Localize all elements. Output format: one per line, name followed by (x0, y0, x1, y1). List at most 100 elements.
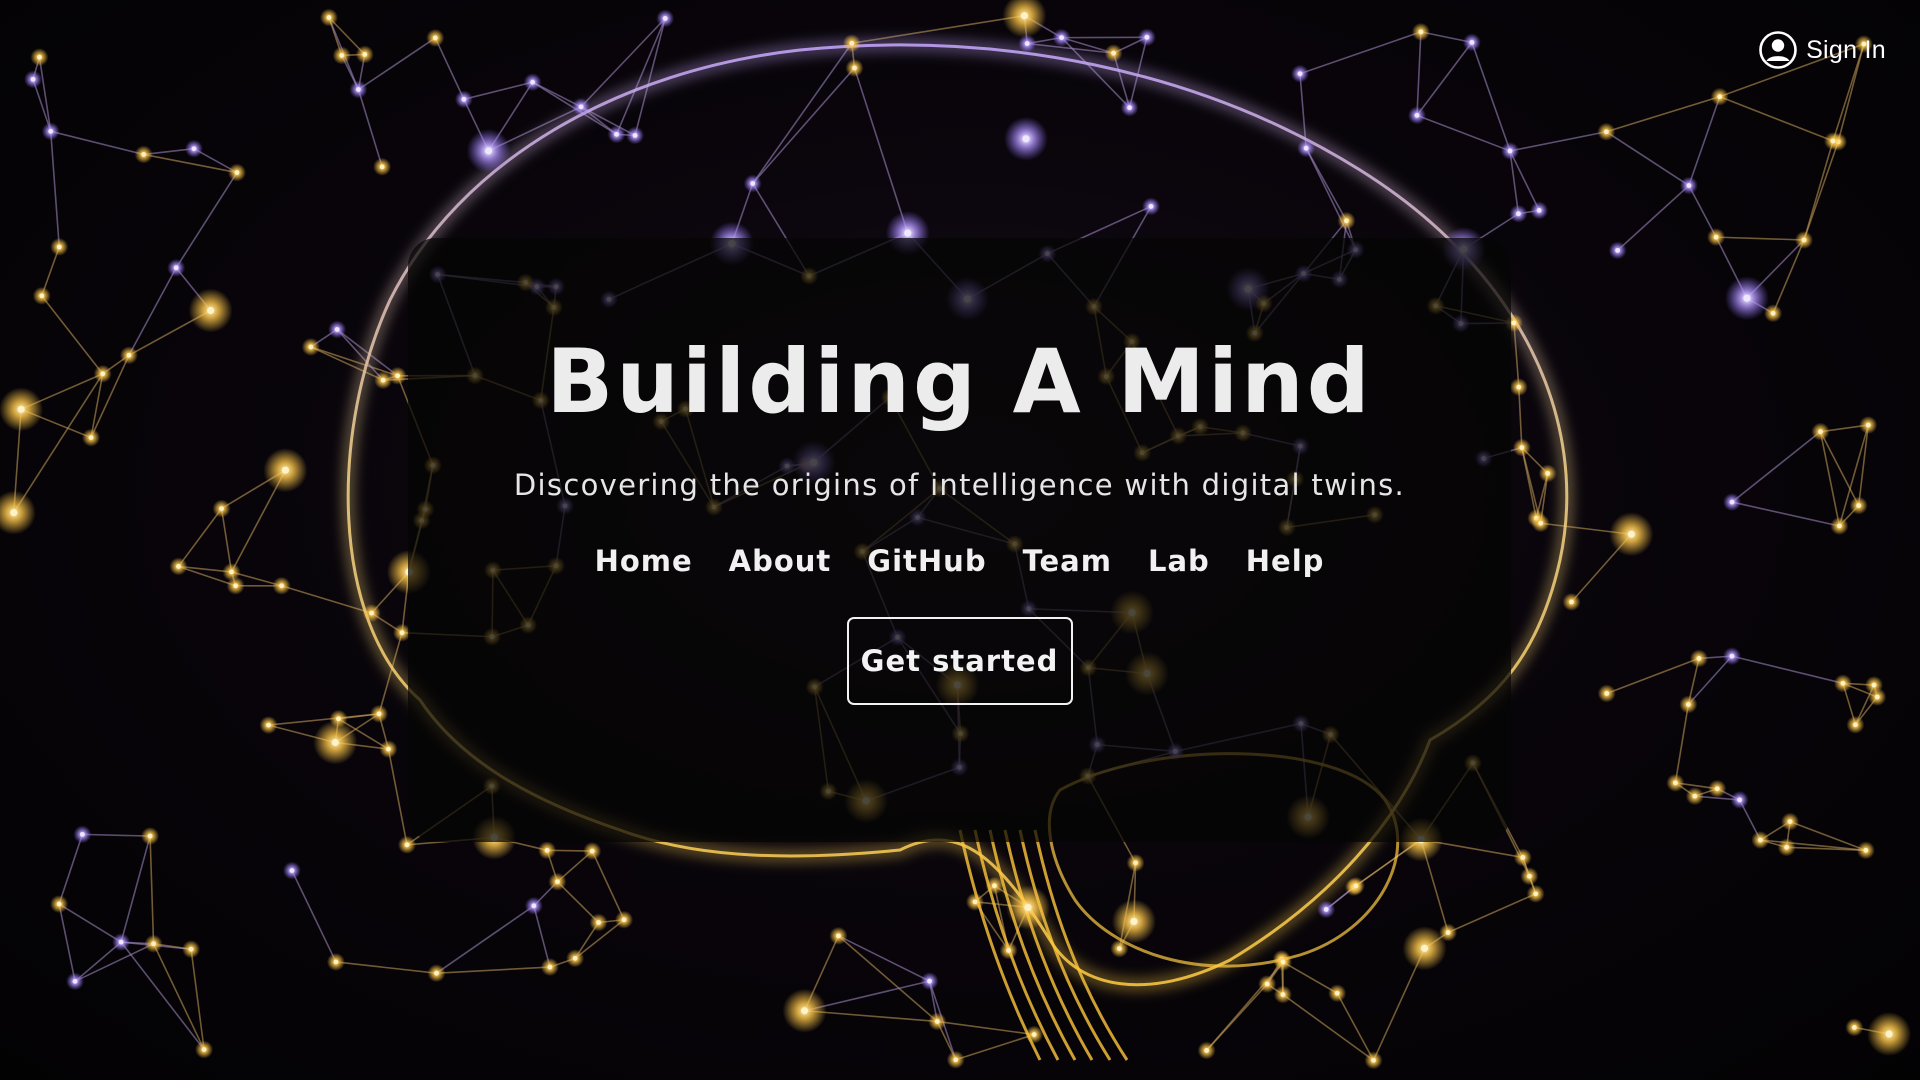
network-node (1527, 873, 1532, 879)
network-node (1144, 34, 1150, 40)
network-edge (41, 295, 104, 375)
network-edge (533, 905, 551, 968)
network-node (39, 293, 45, 299)
network-edge (752, 67, 856, 185)
network-edge (58, 903, 122, 943)
network-node (1420, 944, 1429, 952)
network-node (79, 831, 85, 837)
network-node (289, 868, 295, 873)
network-node (1280, 992, 1286, 997)
network-node (100, 371, 106, 377)
network-node (852, 65, 857, 71)
network-node (1871, 682, 1877, 688)
network-node (191, 146, 197, 152)
network-node (1059, 35, 1064, 41)
network-node (1520, 855, 1526, 860)
nav-github-link[interactable]: GitHub (867, 544, 986, 578)
network-node (1117, 946, 1122, 951)
hero-subtitle: Discovering the origins of intelligence … (513, 468, 1406, 502)
network-node (1770, 310, 1776, 316)
network-node (1863, 847, 1869, 853)
network-node (141, 152, 147, 157)
network-node (1031, 1032, 1037, 1037)
network-node (88, 435, 94, 441)
page: Sign In Building A Mind Discovering the … (0, 0, 1920, 1080)
network-node (48, 128, 54, 134)
network-node (1536, 208, 1542, 213)
network-node (176, 564, 181, 569)
network-edge (1336, 992, 1375, 1061)
network-edge (1731, 655, 1844, 685)
main-nav: Home About GitHub Team Lab Help (595, 544, 1325, 578)
network-node (621, 917, 627, 923)
get-started-button[interactable]: Get started (846, 617, 1073, 705)
network-node (30, 76, 36, 82)
network-node (1801, 237, 1807, 243)
network-node (953, 1057, 959, 1063)
network-edge (1819, 431, 1860, 506)
network-node (326, 15, 332, 20)
network-edge (591, 850, 625, 921)
network-edge (1606, 657, 1700, 695)
network-edge (1299, 31, 1422, 75)
network-node (1713, 234, 1719, 240)
network-node (434, 970, 439, 976)
network-edge (268, 713, 380, 726)
network-node (1784, 844, 1790, 850)
network-node (219, 506, 224, 512)
network-edge (1416, 114, 1511, 152)
network-edge (357, 37, 436, 91)
network-node (544, 847, 550, 853)
network-edge (1282, 961, 1338, 994)
network-edge (1772, 239, 1805, 314)
network-node (992, 883, 997, 889)
hero-card: Building A Mind Discovering the origins … (408, 238, 1511, 842)
network-node (1334, 990, 1340, 996)
network-node (1737, 797, 1743, 803)
network-node (17, 405, 25, 413)
network-node (356, 87, 361, 92)
network-node (1022, 135, 1030, 143)
network-node (530, 79, 535, 85)
nav-about-link[interactable]: About (729, 544, 832, 578)
network-edge (1688, 96, 1721, 186)
nav-home-link[interactable]: Home (595, 544, 693, 578)
network-edge (1674, 704, 1690, 783)
sign-in-button[interactable]: Sign In (1758, 30, 1886, 70)
network-node (37, 54, 42, 60)
network-edge (58, 834, 84, 905)
network-node (376, 711, 382, 717)
network-node (399, 630, 405, 636)
network-edge (1819, 431, 1841, 527)
network-edge (82, 833, 151, 837)
network-edge (49, 131, 61, 247)
network-node (1692, 793, 1698, 799)
nav-help-link[interactable]: Help (1246, 544, 1325, 578)
network-node (1024, 903, 1032, 911)
network-edge (752, 42, 853, 184)
network-node (1874, 694, 1880, 700)
network-node (1519, 445, 1525, 450)
network-node (1685, 702, 1691, 707)
network-node (147, 833, 153, 839)
network-node (836, 933, 841, 939)
network-node (281, 466, 289, 474)
network-node (1280, 959, 1286, 965)
network-node (432, 35, 438, 41)
nav-team-link[interactable]: Team (1023, 544, 1112, 578)
network-node (1469, 39, 1475, 45)
network-edge (1731, 501, 1840, 527)
network-edge (120, 835, 151, 943)
network-node (1686, 183, 1692, 188)
network-node (1818, 429, 1823, 435)
network-node (331, 738, 339, 747)
network-edge (1857, 424, 1870, 506)
network-node (1024, 41, 1030, 46)
network-node (336, 716, 341, 722)
network-node (1204, 1048, 1209, 1053)
network-edge (1617, 184, 1690, 251)
nav-lab-link[interactable]: Lab (1148, 544, 1210, 578)
network-edge (387, 748, 408, 845)
network-node (1672, 780, 1678, 786)
network-node (1615, 247, 1621, 253)
